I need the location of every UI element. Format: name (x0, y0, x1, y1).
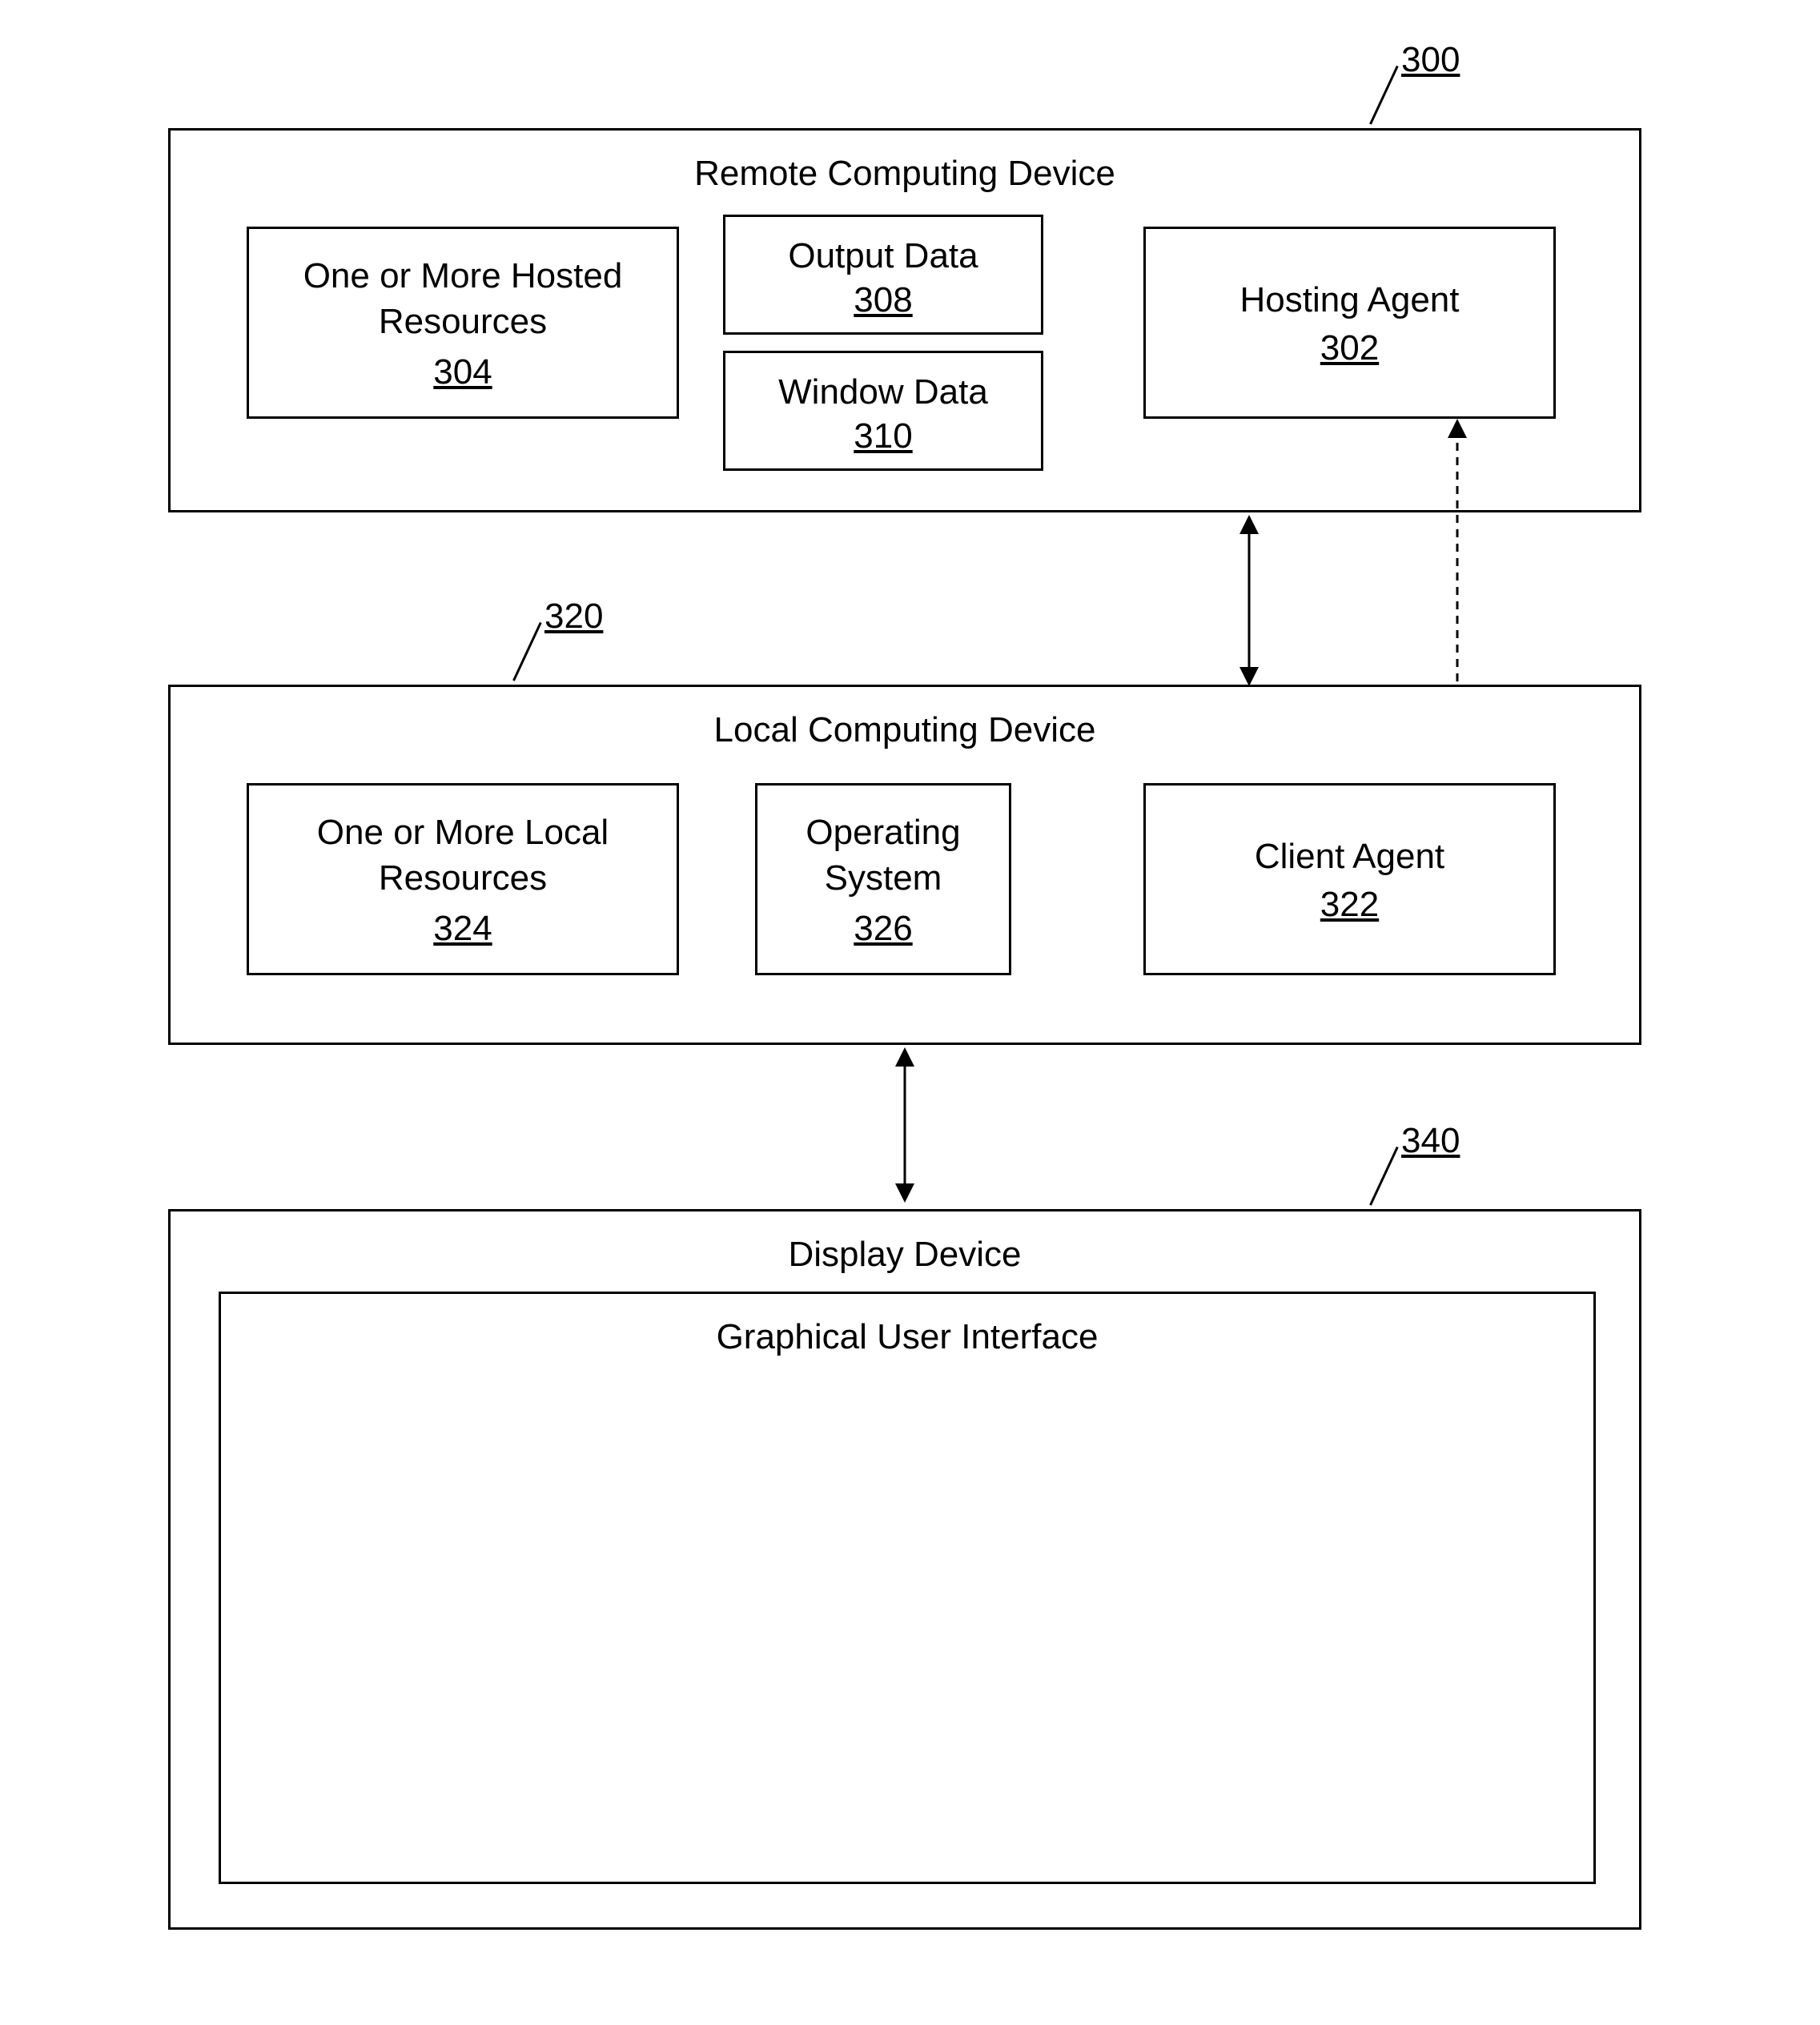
hosting-label: Hosting Agent (1146, 277, 1553, 323)
hosted-label: One or More Hosted Resources (249, 253, 677, 344)
client-ref: 322 (1146, 882, 1553, 927)
display-title: Display Device (171, 1231, 1639, 1277)
output-data-box: Output Data 308 (723, 215, 1043, 335)
window-data-box: Window Data 310 (723, 351, 1043, 471)
window-ref: 310 (725, 413, 1041, 459)
arrow-remote-local (1233, 512, 1265, 689)
remote-title: Remote Computing Device (171, 151, 1639, 196)
output-ref: 308 (725, 277, 1041, 323)
display-box: Display Device Graphical User Interface (168, 1209, 1641, 1930)
local-resources-ref: 324 (249, 906, 677, 951)
client-label: Client Agent (1146, 834, 1553, 879)
gui-label: Graphical User Interface (221, 1314, 1593, 1360)
hosting-ref: 302 (1146, 325, 1553, 371)
output-label: Output Data (725, 233, 1041, 279)
arrow-local-display (889, 1045, 921, 1205)
ref-340: 340 (1401, 1121, 1460, 1161)
os-label: Operating System (757, 810, 1009, 901)
hosting-agent-box: Hosting Agent 302 (1143, 227, 1556, 419)
hosted-resources-box: One or More Hosted Resources 304 (247, 227, 679, 419)
tick-340 (1369, 1147, 1399, 1206)
tick-320 (512, 622, 542, 681)
client-agent-box: Client Agent 322 (1143, 783, 1556, 975)
local-resources-label: One or More Local Resources (249, 810, 677, 901)
gui-box: Graphical User Interface (219, 1292, 1596, 1884)
remote-box: Remote Computing Device One or More Host… (168, 128, 1641, 512)
os-box: Operating System 326 (755, 783, 1011, 975)
ref-300: 300 (1401, 40, 1460, 80)
hosted-ref: 304 (249, 349, 677, 395)
os-ref: 326 (757, 906, 1009, 951)
window-label: Window Data (725, 369, 1041, 415)
ref-320: 320 (544, 597, 603, 637)
tick-300 (1369, 66, 1399, 125)
local-box: Local Computing Device One or More Local… (168, 685, 1641, 1045)
local-title: Local Computing Device (171, 707, 1639, 753)
local-resources-box: One or More Local Resources 324 (247, 783, 679, 975)
